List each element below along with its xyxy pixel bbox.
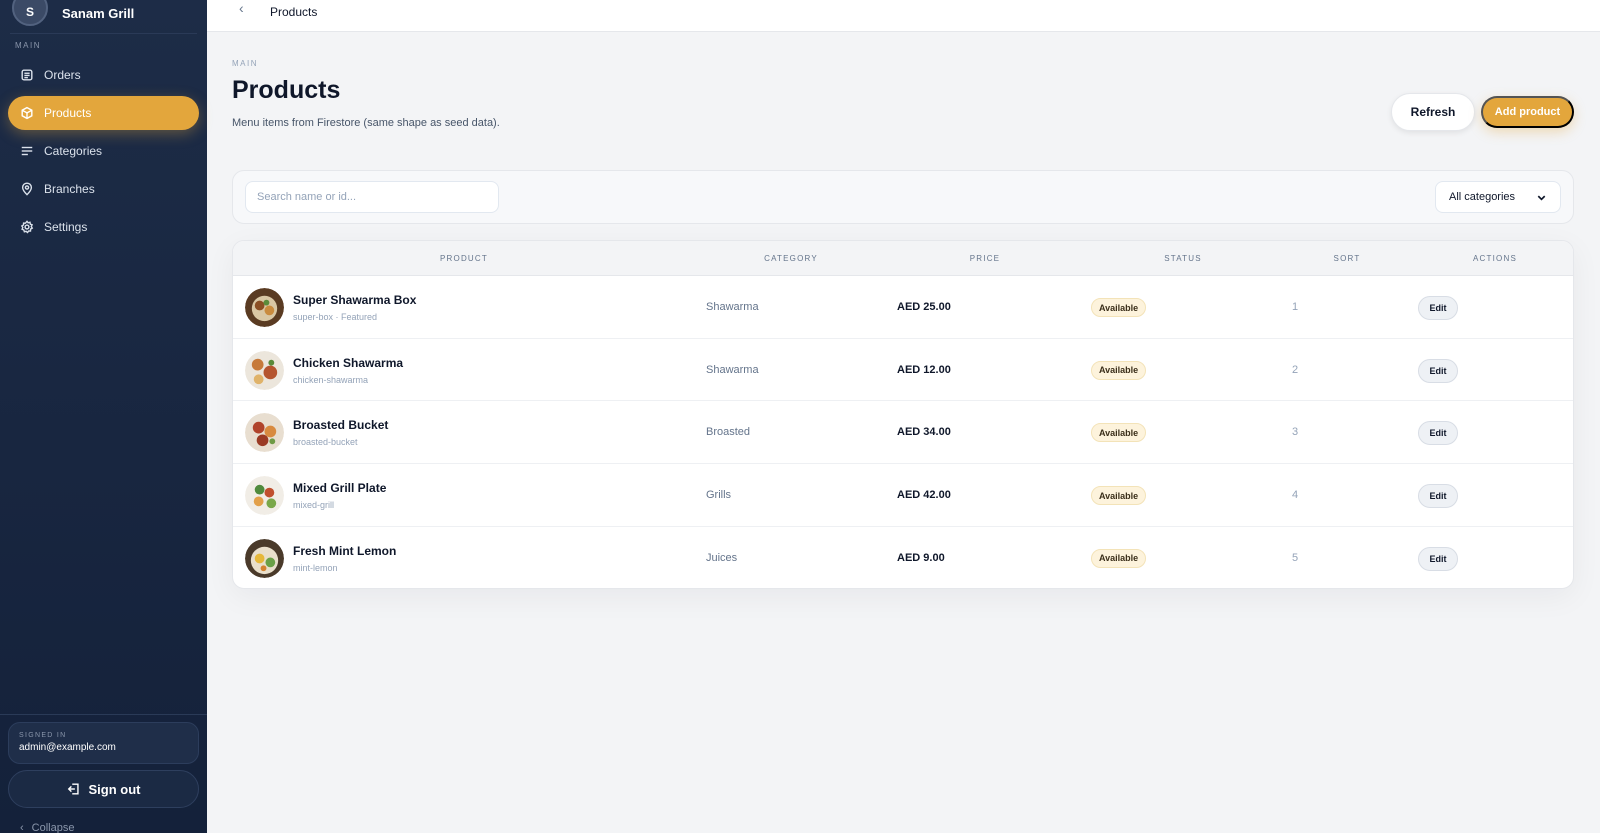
product-price: AED 12.00 [897, 363, 951, 376]
table-row[interactable]: Broasted Bucket broasted-bucket Broasted… [233, 401, 1573, 465]
sign-out-label: Sign out [88, 781, 141, 797]
product-category: Juices [706, 551, 738, 564]
column-header-product[interactable]: PRODUCT [440, 254, 488, 263]
product-image [245, 476, 284, 516]
product-name: Broasted Bucket [293, 418, 389, 433]
column-header-actions: ACTIONS [1473, 254, 1517, 263]
product-name: Mixed Grill Plate [293, 481, 387, 496]
product-id: mint-lemon [293, 562, 338, 573]
topbar: ‹ Products [207, 0, 1600, 32]
search-input[interactable] [245, 181, 499, 213]
product-image [245, 350, 284, 390]
column-header-status[interactable]: STATUS [1164, 254, 1202, 263]
sidebar-section-label: MAIN [15, 41, 41, 50]
sidebar-nav: Orders Products Categories Branches Sett… [8, 58, 199, 248]
refresh-button[interactable]: Refresh [1391, 93, 1475, 131]
orders-icon [21, 69, 33, 81]
table-row[interactable]: Fresh Mint Lemon mint-lemon Juices AED 9… [233, 527, 1573, 588]
edit-button[interactable]: Edit [1418, 296, 1458, 320]
topbar-title: Products [270, 5, 318, 19]
page-title: Products [232, 76, 341, 104]
status-badge: Available [1091, 360, 1147, 380]
list-icon [21, 146, 33, 156]
sidebar-item-categories[interactable]: Categories [8, 134, 199, 168]
product-id: mixed-grill [293, 500, 335, 511]
sidebar-item-orders[interactable]: Orders [8, 58, 199, 92]
column-header-price[interactable]: PRICE [970, 254, 1000, 263]
table-row[interactable]: Super Shawarma Box super-box · Featured … [233, 276, 1573, 339]
product-sort: 4 [1292, 489, 1299, 502]
column-header-sort[interactable]: SORT [1334, 254, 1361, 263]
product-name: Chicken Shawarma [293, 355, 404, 370]
sidebar-item-settings[interactable]: Settings [8, 210, 199, 244]
category-select[interactable]: All categories [1435, 181, 1561, 213]
signed-in-email: admin@example.com [19, 742, 116, 753]
product-price: AED 25.00 [897, 301, 951, 313]
status-badge: Available [1091, 298, 1147, 317]
brand-name: Sanam Grill [62, 5, 135, 21]
status-badge: Available [1091, 423, 1147, 443]
column-header-category[interactable]: CATEGORY [764, 254, 818, 263]
chevron-left-icon[interactable]: ‹ [239, 0, 244, 16]
sidebar-item-label: Orders [44, 68, 81, 82]
sidebar-item-label: Categories [44, 144, 103, 158]
collapse-label: Collapse [31, 822, 75, 833]
sidebar-item-label: Settings [44, 220, 88, 234]
product-price: AED 34.00 [897, 426, 951, 439]
sign-out-button[interactable]: Sign out [8, 770, 199, 808]
sign-out-icon [67, 783, 79, 795]
brand-avatar: S [12, 0, 48, 26]
gear-icon [20, 220, 34, 234]
collapse-button[interactable]: ‹ Collapse [20, 822, 74, 833]
category-select-value: All categories [1449, 191, 1516, 203]
product-image [245, 288, 284, 327]
divider [10, 33, 197, 34]
signed-in-label: SIGNED IN [19, 732, 67, 739]
divider [0, 714, 207, 715]
product-category: Shawarma [706, 363, 759, 376]
product-price: AED 9.00 [897, 551, 945, 564]
page-subtitle: Menu items from Firestore (same shape as… [232, 117, 500, 129]
product-image [245, 538, 284, 578]
sidebar-item-products[interactable]: Products [8, 96, 199, 130]
product-category: Broasted [706, 426, 751, 439]
product-category: Grills [706, 489, 732, 502]
box-icon [21, 106, 33, 120]
product-category: Shawarma [706, 301, 759, 313]
product-id: super-box · Featured [293, 312, 378, 322]
chevron-down-icon [1537, 195, 1546, 201]
products-table: PRODUCT CATEGORY PRICE STATUS SORT ACTIO… [232, 240, 1574, 589]
signed-in-box: SIGNED IN admin@example.com [8, 722, 199, 764]
sidebar-item-branches[interactable]: Branches [8, 172, 199, 206]
edit-button[interactable]: Edit [1418, 546, 1458, 571]
product-sort: 2 [1292, 363, 1299, 376]
table-header: PRODUCT CATEGORY PRICE STATUS SORT ACTIO… [233, 241, 1573, 276]
table-row[interactable]: Mixed Grill Plate mixed-grill Grills AED… [233, 464, 1573, 527]
product-sort: 5 [1292, 551, 1299, 564]
page-section-label: MAIN [232, 59, 258, 68]
edit-button[interactable]: Edit [1418, 484, 1458, 509]
add-product-button[interactable]: Add product [1481, 96, 1574, 128]
product-name: Fresh Mint Lemon [293, 543, 397, 558]
product-sort: 3 [1292, 426, 1299, 439]
status-badge: Available [1091, 548, 1147, 568]
chevron-left-icon: ‹ [20, 822, 24, 833]
edit-button[interactable]: Edit [1418, 358, 1458, 383]
edit-button[interactable]: Edit [1418, 421, 1458, 446]
location-pin-icon [21, 182, 33, 196]
sidebar-item-label: Branches [44, 182, 95, 196]
product-sort: 1 [1292, 301, 1299, 313]
product-image [245, 413, 284, 453]
sidebar-item-label: Products [44, 106, 92, 120]
brand[interactable]: S Sanam Grill [12, 0, 134, 26]
filter-bar: All categories [232, 170, 1574, 224]
table-row[interactable]: Chicken Shawarma chicken-shawarma Shawar… [233, 339, 1573, 402]
product-name: Super Shawarma Box [293, 293, 417, 307]
product-id: chicken-shawarma [293, 374, 369, 385]
product-id: broasted-bucket [293, 437, 358, 448]
status-badge: Available [1091, 486, 1147, 506]
sidebar: S Sanam Grill MAIN Orders Products Categ… [0, 0, 207, 833]
product-price: AED 42.00 [897, 489, 951, 502]
